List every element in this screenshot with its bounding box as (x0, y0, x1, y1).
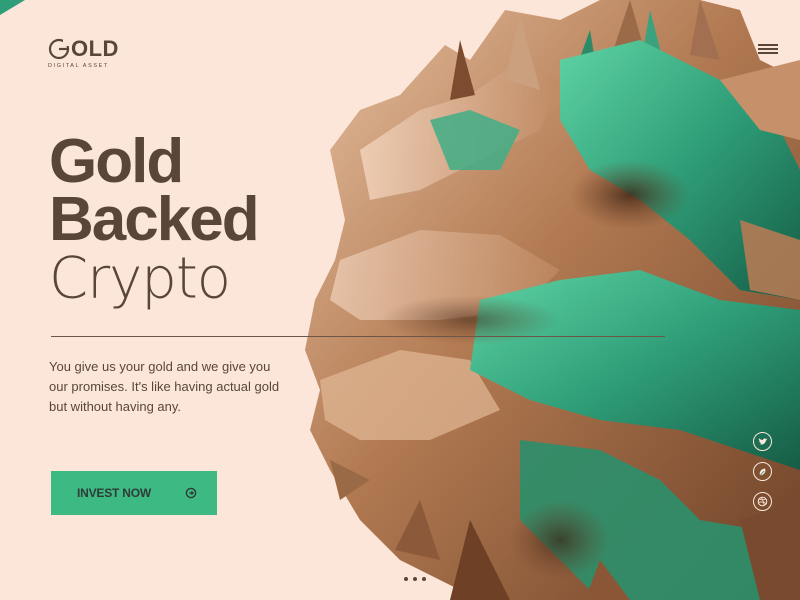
logo-tagline: DIGITAL ASSET (48, 63, 109, 69)
decorative-crystal-fragment (0, 0, 25, 15)
hamburger-menu-icon[interactable] (756, 40, 780, 56)
twitter-link[interactable] (753, 432, 772, 451)
pager-dot[interactable] (422, 577, 426, 581)
headline-line-3: Crypto (49, 245, 231, 312)
logo-g-mark (48, 38, 70, 60)
dribbble-icon (757, 496, 768, 507)
hero-headline: Gold Backed Crypto (49, 127, 260, 312)
pager-dot[interactable] (413, 577, 417, 581)
hero-description: You give us your gold and we give you ou… (49, 359, 280, 414)
headline-line-1: Gold (49, 127, 184, 196)
headline-line-2: Backed (49, 185, 260, 254)
section-divider (51, 336, 665, 337)
brand-logo[interactable]: OLD DIGITAL ASSET (48, 36, 119, 70)
instagram-link[interactable] (753, 462, 772, 481)
pager-dot[interactable] (404, 577, 408, 581)
instagram-icon (759, 468, 765, 475)
twitter-icon (758, 437, 767, 445)
invest-now-button[interactable]: INVEST NOW (51, 471, 217, 515)
dribbble-link[interactable] (753, 492, 772, 511)
invest-now-label: INVEST NOW (77, 486, 152, 500)
arrow-circle-icon (185, 487, 197, 499)
logo-wordmark: OLD (71, 36, 119, 61)
slide-pager (404, 577, 426, 581)
